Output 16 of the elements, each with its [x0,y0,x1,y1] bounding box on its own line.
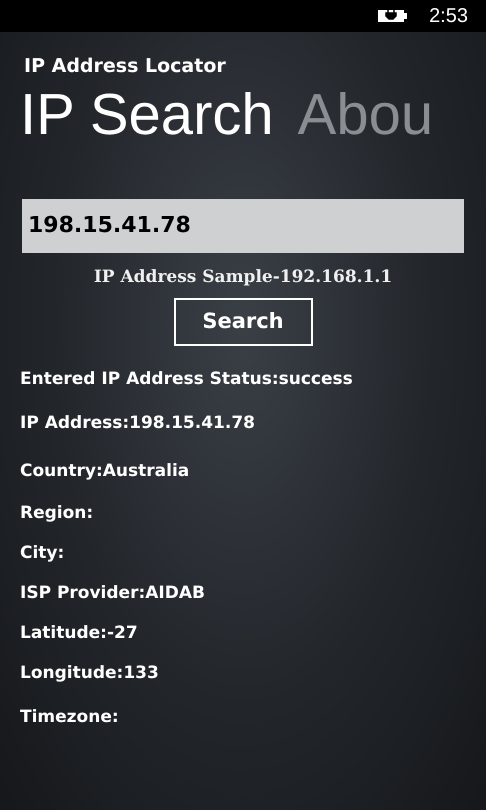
app-title: IP Address Locator [24,54,227,79]
result-text: Longitude:133 [20,662,160,684]
result-text: ISP Provider:AIDAB [20,582,206,604]
clock-time: 2:53 [429,4,468,29]
result-text: Latitude:-27 [20,622,139,644]
search-button[interactable]: Search [174,298,312,346]
pivot-header[interactable]: Abou [298,76,434,152]
result-text: City: [20,542,66,564]
ip-address-field[interactable]: 198.15.41.78 [22,198,464,252]
sample-hint: IP Address Sample-192.168.1.1 [94,266,392,288]
result-text: Timezone: [20,706,120,728]
pivot-header[interactable]: IP Search [20,76,274,152]
result-text: IP Address:198.15.41.78 [20,412,256,434]
result-text: Country:Australia [20,460,190,482]
result-text: Region: [20,502,94,524]
result-text: Entered IP Address Status:success [20,368,354,390]
